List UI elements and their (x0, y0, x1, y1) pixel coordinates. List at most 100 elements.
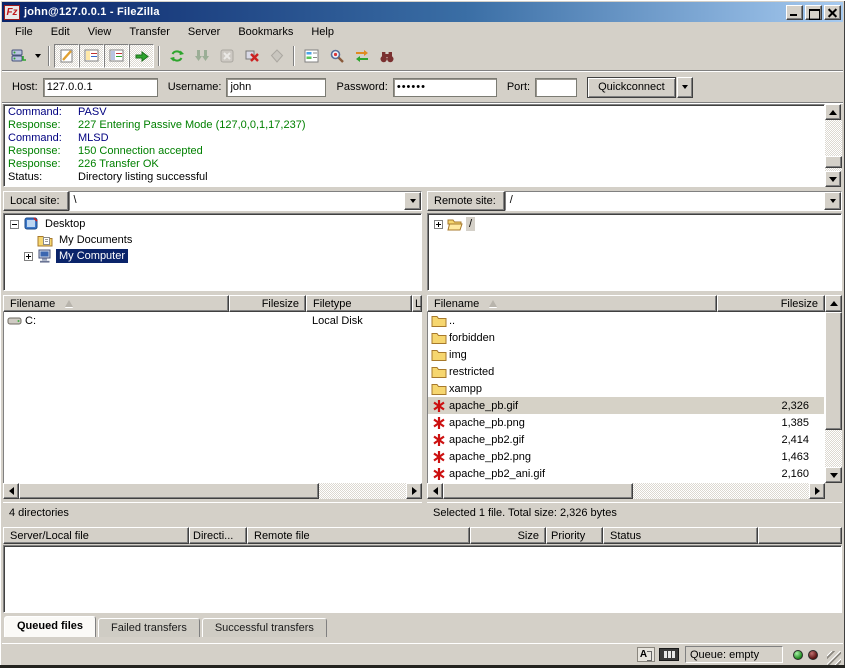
remote-site-combobox[interactable]: / (505, 191, 842, 211)
menu-bookmarks[interactable]: Bookmarks (229, 24, 302, 40)
remote-file-row[interactable]: apache_pb.png 1,385 (428, 414, 824, 431)
tree-item-desktop[interactable]: Desktop (4, 216, 421, 232)
local-site-value[interactable]: \ (70, 192, 404, 210)
scrollbar-thumb[interactable] (19, 483, 319, 499)
maximize-button[interactable] (805, 5, 822, 20)
scroll-left-button[interactable] (427, 483, 443, 499)
quickconnect-dropdown-button[interactable] (677, 77, 693, 98)
tab-failed-transfers[interactable]: Failed transfers (98, 618, 200, 637)
menu-edit[interactable]: Edit (42, 24, 79, 40)
data-type-indicator-icon[interactable]: A (637, 647, 655, 662)
log-scrollbar[interactable] (825, 104, 842, 187)
toggle-transfer-queue-button[interactable] (129, 44, 154, 68)
column-header-filename[interactable]: Filename (427, 295, 717, 312)
collapse-expander[interactable] (10, 220, 19, 229)
local-site-combobox[interactable]: \ (69, 191, 422, 211)
menu-file[interactable]: File (6, 24, 42, 40)
password-input[interactable] (393, 78, 497, 97)
directory-filters-button[interactable] (299, 44, 324, 68)
remote-list-scrollbar[interactable] (825, 312, 842, 483)
column-header-filesize[interactable]: Filesize (717, 295, 825, 312)
local-site-dropdown-button[interactable] (404, 192, 421, 210)
compare-directories-button[interactable] (324, 44, 349, 68)
host-input[interactable] (43, 78, 158, 97)
remote-file-row[interactable]: apache_pb2_ani.gif 2,160 (428, 465, 824, 482)
activity-led-red-icon (808, 650, 818, 660)
resize-grip[interactable] (827, 651, 841, 665)
column-header-remote-file[interactable]: Remote file (247, 527, 470, 544)
close-button[interactable] (824, 5, 841, 20)
scrollbar-thumb[interactable] (443, 483, 633, 499)
process-queue-button[interactable] (189, 44, 214, 68)
column-header-filesize[interactable]: Filesize (229, 295, 306, 312)
scroll-down-button[interactable] (825, 467, 842, 483)
remote-site-dropdown-button[interactable] (824, 192, 841, 210)
menu-help[interactable]: Help (302, 24, 343, 40)
column-header-direction[interactable]: Directi... (189, 527, 247, 544)
port-input[interactable] (535, 78, 577, 97)
toggle-local-tree-button[interactable] (79, 44, 104, 68)
menu-view[interactable]: View (79, 24, 121, 40)
scroll-up-button[interactable] (825, 104, 841, 120)
column-header-filename[interactable]: Filename (3, 295, 229, 312)
minimize-button[interactable] (786, 5, 803, 20)
find-files-button[interactable] (374, 44, 399, 68)
scroll-up-button[interactable] (825, 295, 842, 312)
column-header-status[interactable]: Status (603, 527, 758, 544)
username-input[interactable] (226, 78, 326, 97)
compare-icon (329, 48, 345, 64)
scrollbar-thumb[interactable] (825, 312, 842, 430)
tab-successful-transfers[interactable]: Successful transfers (202, 618, 327, 637)
scrollbar-track[interactable] (825, 312, 842, 467)
scroll-down-button[interactable] (825, 171, 841, 187)
scroll-right-button[interactable] (406, 483, 422, 499)
log-line: Response:227 Entering Passive Mode (127,… (4, 119, 824, 132)
column-header-size[interactable]: Size (470, 527, 546, 544)
remote-file-row[interactable]: apache_pb2.png 1,463 (428, 448, 824, 465)
remote-file-row-selected[interactable]: apache_pb.gif 2,326 (428, 397, 824, 414)
column-header-last-modified[interactable]: L (412, 295, 422, 312)
menu-transfer[interactable]: Transfer (120, 24, 179, 40)
tab-queued-files[interactable]: Queued files (4, 616, 96, 637)
quickconnect-button[interactable]: Quickconnect (587, 77, 676, 98)
disconnect-button[interactable] (239, 44, 264, 68)
expand-expander[interactable] (24, 252, 33, 261)
remote-file-list: .. forbidden img restricted xampp apache… (427, 312, 825, 483)
cancel-operation-button[interactable] (214, 44, 239, 68)
remote-file-row[interactable]: .. (428, 312, 824, 329)
scrollbar-thumb[interactable] (825, 156, 842, 168)
local-list-hscrollbar[interactable] (3, 483, 422, 499)
site-manager-button[interactable] (6, 44, 31, 68)
remote-site-value[interactable]: / (506, 192, 824, 210)
remote-file-row[interactable]: xampp (428, 380, 824, 397)
menu-server[interactable]: Server (179, 24, 229, 40)
column-header-priority[interactable]: Priority (546, 527, 603, 544)
scrollbar-track[interactable] (825, 120, 842, 171)
remote-file-row[interactable]: forbidden (428, 329, 824, 346)
triangle-left-icon (9, 487, 14, 495)
window-title: john@127.0.0.1 - FileZilla (24, 6, 786, 18)
tree-item-root[interactable]: / (428, 216, 841, 232)
remote-list-hscrollbar[interactable] (427, 483, 825, 499)
remote-file-row[interactable]: img (428, 346, 824, 363)
scrollbar-track[interactable] (443, 483, 809, 499)
toggle-remote-tree-button[interactable] (104, 44, 129, 68)
site-manager-dropdown-button[interactable] (31, 44, 44, 68)
speed-limit-indicator-icon[interactable] (659, 648, 679, 661)
expand-expander[interactable] (434, 220, 443, 229)
scrollbar-track[interactable] (19, 483, 406, 499)
scroll-right-button[interactable] (809, 483, 825, 499)
column-header-filetype[interactable]: Filetype (306, 295, 412, 312)
scroll-left-button[interactable] (3, 483, 19, 499)
remote-file-row[interactable]: apache_pb2.gif 2,414 (428, 431, 824, 448)
refresh-button[interactable] (164, 44, 189, 68)
tree-item-my-computer[interactable]: My Computer (4, 248, 421, 264)
reconnect-button[interactable] (264, 44, 289, 68)
column-header-server-local-file[interactable]: Server/Local file (3, 527, 189, 544)
toggle-message-log-button[interactable] (54, 44, 79, 68)
remote-file-row[interactable]: restricted (428, 363, 824, 380)
queue-list[interactable] (3, 545, 842, 613)
synchronized-browsing-button[interactable] (349, 44, 374, 68)
tree-item-my-documents[interactable]: My Documents (4, 232, 421, 248)
local-file-row[interactable]: C: Local Disk (4, 312, 421, 329)
